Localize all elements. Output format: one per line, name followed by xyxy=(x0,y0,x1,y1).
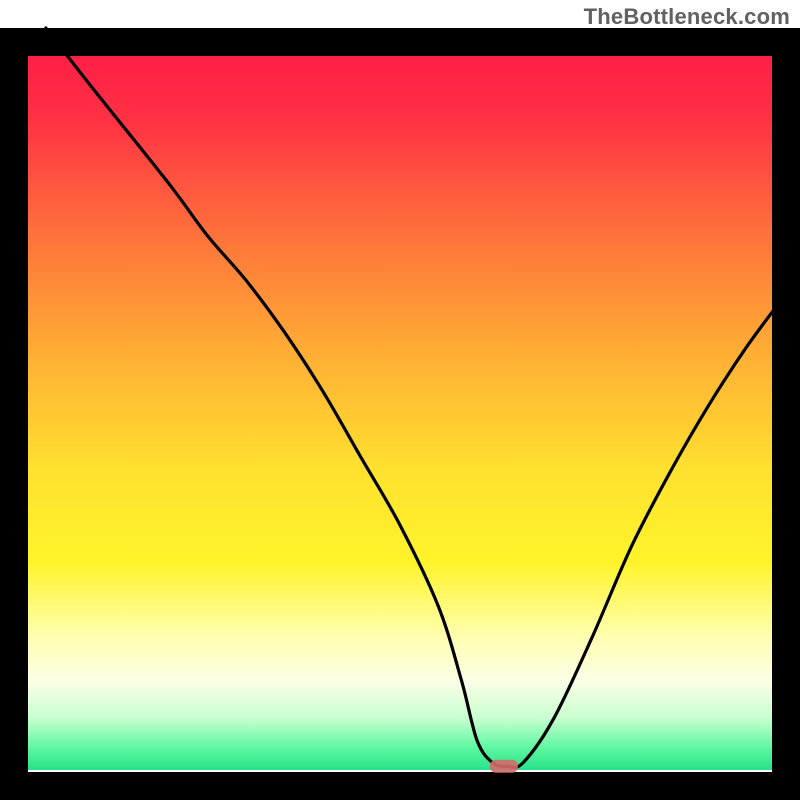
optimum-marker xyxy=(490,760,518,773)
bottleneck-chart: TheBottleneck.com xyxy=(0,0,800,800)
plot-background xyxy=(15,28,785,770)
watermark-text: TheBottleneck.com xyxy=(584,4,790,30)
chart-svg xyxy=(0,0,800,800)
